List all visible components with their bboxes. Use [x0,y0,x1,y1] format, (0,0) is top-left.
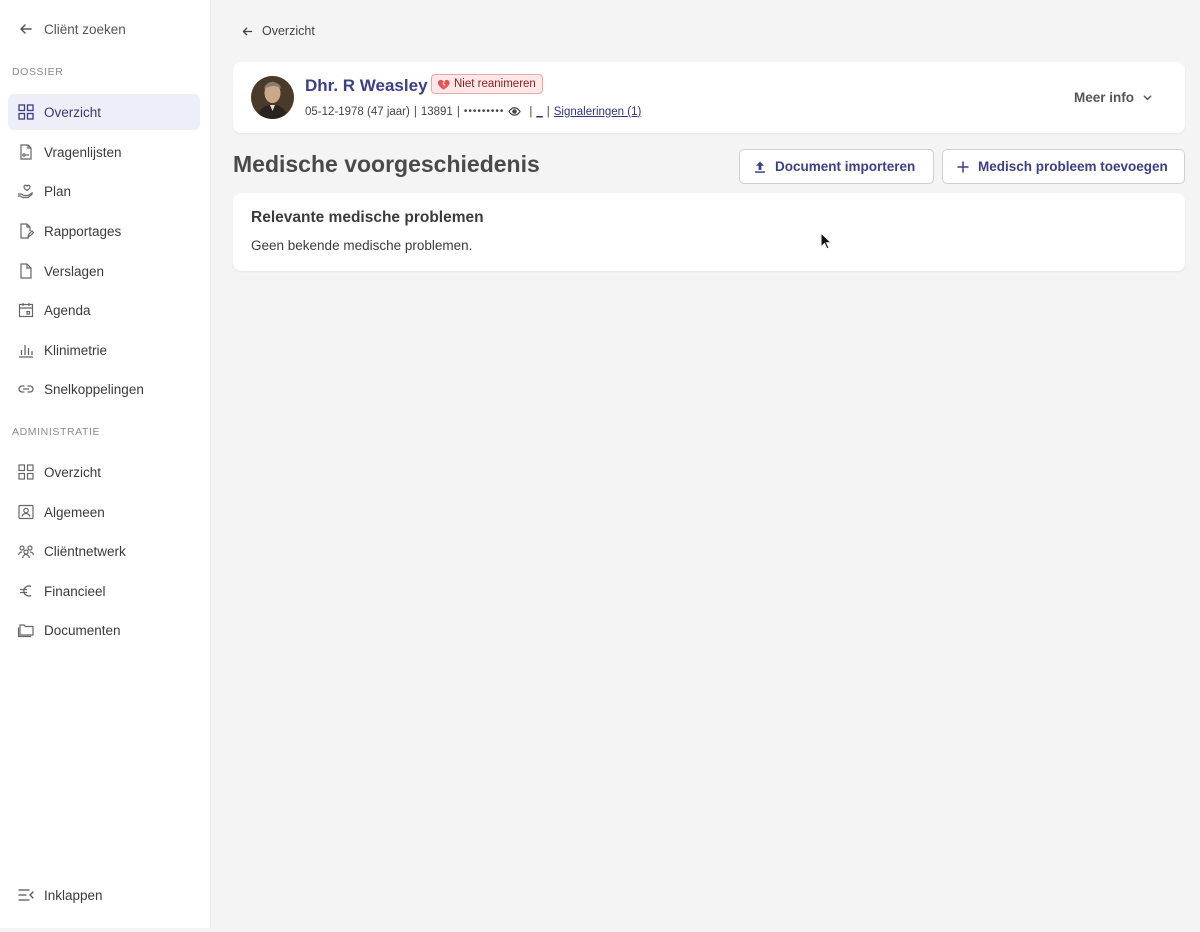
add-medical-problem-label: Medisch probleem toevoegen [978,159,1168,174]
eye-icon[interactable] [508,105,522,118]
separator: | [413,105,417,118]
grid-icon [18,464,34,480]
document-icon [20,263,32,279]
sidebar: Cliënt zoeken DOSSIER Overzicht Vragenli… [0,0,211,928]
sidebar-item-label: Overzicht [44,464,102,480]
more-info-label: Meer info [1073,90,1134,105]
collapse-icon [18,889,34,901]
empty-link[interactable]: _ [536,106,542,118]
sidebar-item-label: Verslagen [44,263,105,279]
search-client-back-link[interactable]: Cliënt zoeken [18,19,126,39]
sidebar-item-klinimetrie[interactable]: Klinimetrie [8,332,200,368]
import-document-label: Document importeren [775,159,916,174]
sidebar-item-label: Algemeen [44,504,105,520]
id-card-icon [18,504,34,520]
client-number: 13891 [420,105,453,118]
section-title-dossier: DOSSIER [12,66,64,78]
separator: | [529,105,533,118]
sidebar-item-label: Klinimetrie [44,342,108,358]
sidebar-item-label: Documenten [44,622,121,638]
sidebar-item-plan[interactable]: Plan [8,173,200,209]
network-icon [17,545,35,559]
sidebar-item-overzicht[interactable]: Overzicht [8,94,200,130]
birth-date: 05-12-1978 (47 jaar) [305,105,410,118]
grid-icon [18,104,34,120]
sidebar-item-snelkoppelingen[interactable]: Snelkoppelingen [8,371,200,407]
medical-problems-empty-text: Geen bekende medische problemen. [251,238,473,253]
mouse-cursor-icon [820,232,832,250]
do-not-resuscitate-badge: Niet reanimeren [431,74,543,94]
sidebar-item-admin-overzicht[interactable]: Overzicht [8,454,200,490]
collapse-label: Inklappen [44,887,103,903]
link-icon [18,385,34,393]
sidebar-item-algemeen[interactable]: Algemeen [8,494,200,530]
page-title: Medische voorgeschiedenis [233,151,540,177]
sidebar-item-label: Rapportages [44,223,122,239]
sidebar-item-verslagen[interactable]: Verslagen [8,253,200,289]
sidebar-item-vragenlijsten[interactable]: Vragenlijsten [8,134,200,170]
client-meta: 05-12-1978 (47 jaar) | 13891 | •••••••••… [305,105,641,118]
client-header-card: Dhr. R Weasley Niet reanimeren 05-12-197… [233,62,1185,133]
chevron-down-icon [1143,95,1152,101]
signals-link[interactable]: Signaleringen (1) [554,106,642,118]
medical-problems-title: Relevante medische problemen [251,209,484,226]
add-medical-problem-button[interactable]: Medisch probleem toevoegen [942,149,1185,184]
report-edit-icon [20,223,35,239]
client-name[interactable]: Dhr. R Weasley [305,76,428,96]
upload-icon [755,161,765,173]
masked-id: ••••••••• [463,106,505,117]
calendar-icon [18,303,34,318]
badge-label: Niet reanimeren [454,78,536,90]
arrow-left-icon [242,27,253,35]
breadcrumb-label: Overzicht [262,24,315,38]
sidebar-item-label: Cliëntnetwerk [44,543,126,559]
hand-heart-icon [18,184,33,199]
medical-problems-card: Relevante medische problemen Geen bekend… [233,193,1185,271]
broken-heart-icon [437,79,450,90]
sidebar-item-rapportages[interactable]: Rapportages [8,213,200,249]
sidebar-item-financieel[interactable]: Financieel [8,573,200,609]
more-info-button[interactable]: Meer info [1074,90,1153,105]
sidebar-item-clientnetwerk[interactable]: Cliëntnetwerk [8,533,200,569]
breadcrumb-back[interactable]: Overzicht [241,24,315,38]
sidebar-item-label: Plan [44,183,72,199]
plus-icon [957,160,969,173]
sidebar-item-documenten[interactable]: Documenten [8,612,200,648]
sidebar-item-label: Overzicht [44,104,102,120]
bar-chart-icon [19,345,33,358]
separator: | [546,105,550,118]
folder-icon [17,624,34,638]
section-title-administratie: ADMINISTRATIE [12,426,101,438]
main-content: Overzicht Dhr. R Weasley Niet reanimeren… [212,0,1200,932]
collapse-sidebar-button[interactable]: Inklappen [17,886,103,904]
sidebar-item-agenda[interactable]: Agenda [8,292,200,328]
euro-icon [20,585,32,597]
search-client-label: Cliënt zoeken [44,21,126,37]
sidebar-item-label: Snelkoppelingen [44,381,144,397]
import-document-button[interactable]: Document importeren [739,149,934,184]
sidebar-item-label: Vragenlijsten [44,144,122,160]
sidebar-item-label: Financieel [44,583,106,599]
sidebar-item-label: Agenda [44,302,91,318]
questionnaire-icon [20,144,32,160]
client-avatar [251,76,294,119]
arrow-left-icon [20,24,32,34]
separator: | [456,105,460,118]
